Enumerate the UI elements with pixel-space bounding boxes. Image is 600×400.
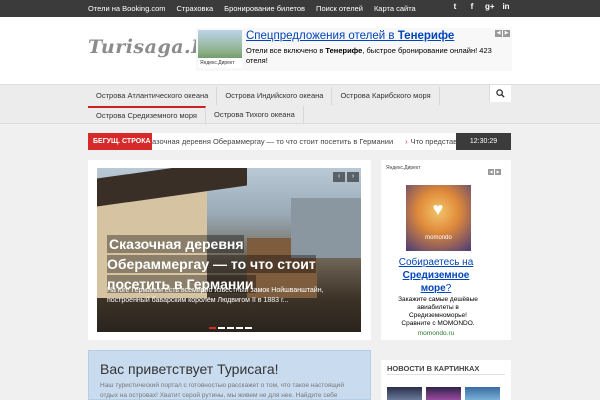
nav-item-indian[interactable]: Острова Индийского океана bbox=[217, 87, 333, 105]
heart-icon: ♥ bbox=[432, 199, 444, 219]
slider-next-button[interactable]: › bbox=[347, 172, 359, 182]
welcome-text: Наш туристический портал с готовностью р… bbox=[100, 382, 344, 399]
sidebar-ad-title[interactable]: Собираетесь на Средиземное море? bbox=[386, 256, 486, 295]
top-link-hotel-search[interactable]: Поиск отелей bbox=[316, 4, 363, 13]
nav-item-pacific[interactable]: Острова Тихого океана bbox=[206, 106, 304, 124]
slider-dot[interactable] bbox=[227, 327, 234, 329]
bullet-icon: › bbox=[405, 137, 408, 146]
yandex-direct-label: Яндекс.Директ bbox=[198, 58, 242, 68]
sidebar-ad-box: Яндекс.Директ ◀ ▶ ♥ momondo Собираетесь … bbox=[381, 160, 511, 340]
sidebar-ad-domain[interactable]: momondo.ru bbox=[386, 330, 486, 337]
pictures-widget: НОВОСТИ В КАРТИНКАХ bbox=[381, 360, 511, 400]
slide-title[interactable]: Сказочная деревня Обераммергау — то что … bbox=[107, 234, 347, 294]
header-ad-controls: ◀ ▶ bbox=[494, 30, 510, 37]
divider bbox=[387, 374, 505, 375]
sidebar-ad-controls: ◀ ▶ bbox=[487, 169, 501, 175]
welcome-box: Вас приветствует Турисага! Наш туристиче… bbox=[88, 350, 371, 400]
ad-next-icon[interactable]: ▶ bbox=[495, 169, 501, 175]
header-ad-text: Отели все включено в Тенерифе, быстрое б… bbox=[246, 46, 492, 65]
yandex-direct-label: Яндекс.Директ bbox=[386, 165, 421, 171]
sidebar-ad[interactable]: Яндекс.Директ ◀ ▶ ♥ momondo Собираетесь … bbox=[386, 165, 501, 337]
ad-prev-icon[interactable]: ◀ bbox=[495, 30, 502, 37]
slider-prev-button[interactable]: ‹ bbox=[333, 172, 345, 182]
slider-dot[interactable] bbox=[218, 327, 225, 329]
nav-item-mediterranean[interactable]: Острова Средиземного моря bbox=[88, 106, 206, 124]
top-links: Отели на Booking.com Страховка Бронирова… bbox=[88, 0, 427, 17]
header-ad[interactable]: Яндекс.Директ Спецпредложения отелей в Т… bbox=[196, 28, 512, 71]
ticker-items: азочная деревня Обераммергау — то что ст… bbox=[152, 133, 456, 150]
nav-row-1: Острова Атлантического океана Острова Ин… bbox=[88, 87, 440, 105]
ad-image-brand: momondo bbox=[425, 235, 452, 241]
search-icon bbox=[496, 89, 505, 98]
facebook-icon[interactable]: f bbox=[468, 2, 476, 11]
nav-item-atlantic[interactable]: Острова Атлантического океана bbox=[88, 87, 218, 105]
linkedin-icon[interactable]: in bbox=[502, 2, 510, 11]
top-link-tickets[interactable]: Бронирование билетов bbox=[224, 4, 305, 13]
social-links: t f g+ in bbox=[442, 2, 510, 11]
top-link-booking[interactable]: Отели на Booking.com bbox=[88, 4, 166, 13]
slide-description: На юге Германии есть всемирно известный … bbox=[107, 287, 324, 304]
ticker-label: БЕГУЩ. СТРОКА bbox=[88, 133, 152, 150]
picture-thumbnails bbox=[387, 387, 504, 400]
ticker-item[interactable]: азочная деревня Обераммергау — то что ст… bbox=[152, 133, 393, 150]
search-button[interactable] bbox=[489, 85, 511, 102]
sidebar-ad-text: Закажите самые дешёвые авиабилеты в Сред… bbox=[398, 296, 478, 327]
ticker-item[interactable]: ›Что представляет собой bbox=[405, 133, 456, 150]
google-plus-icon[interactable]: g+ bbox=[485, 2, 495, 11]
slider-dots bbox=[209, 327, 254, 329]
slider-dot[interactable] bbox=[209, 327, 216, 329]
welcome-title: Вас приветствует Турисага! bbox=[100, 361, 279, 377]
top-bar: Отели на Booking.com Страховка Бронирова… bbox=[0, 0, 600, 17]
news-ticker: БЕГУЩ. СТРОКА азочная деревня Обераммерг… bbox=[88, 133, 511, 150]
picture-thumb[interactable] bbox=[465, 387, 500, 400]
nav-item-caribbean[interactable]: Острова Карибского моря bbox=[332, 87, 440, 105]
slider-dot[interactable] bbox=[236, 327, 243, 329]
featured-slider: Сказочная деревня Обераммергау — то что … bbox=[88, 160, 371, 340]
slider-dot[interactable] bbox=[245, 327, 252, 329]
ad-prev-icon[interactable]: ◀ bbox=[488, 169, 494, 175]
slide-image[interactable]: Сказочная деревня Обераммергау — то что … bbox=[97, 168, 361, 332]
ad-image[interactable]: ♥ momondo bbox=[406, 185, 471, 251]
top-link-insurance[interactable]: Страховка bbox=[177, 4, 214, 13]
nav-row-2: Острова Средиземного моря Острова Тихого… bbox=[88, 106, 304, 124]
twitter-icon[interactable]: t bbox=[451, 2, 459, 11]
ad-next-icon[interactable]: ▶ bbox=[503, 30, 510, 37]
picture-thumb[interactable] bbox=[387, 387, 422, 400]
pictures-widget-title: НОВОСТИ В КАРТИНКАХ bbox=[387, 364, 480, 373]
header-ad-title[interactable]: Спецпредложения отелей в Тенерифе bbox=[246, 30, 454, 42]
top-link-sitemap[interactable]: Карта сайта bbox=[374, 4, 416, 13]
picture-thumb[interactable] bbox=[426, 387, 461, 400]
ticker-time: 12:30:29 bbox=[456, 133, 511, 150]
